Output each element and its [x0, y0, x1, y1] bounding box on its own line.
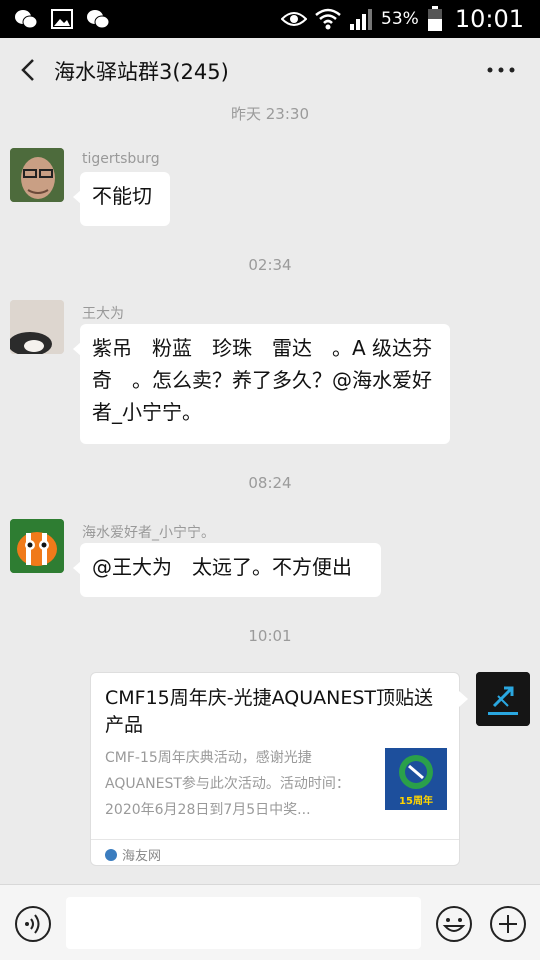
chat-header: 海水驿站群3(245)	[0, 38, 540, 102]
plus-icon[interactable]	[489, 905, 527, 943]
battery-percent: 53%	[381, 9, 419, 29]
chat-title: 海水驿站群3(245)	[54, 60, 229, 84]
wechat-notification-icon	[15, 10, 38, 29]
message-timestamp: 10:01	[248, 627, 292, 645]
message-timestamp: 08:24	[248, 474, 292, 492]
back-icon[interactable]	[14, 54, 44, 86]
status-bar: 53% 10:01	[0, 0, 540, 38]
avatar[interactable]	[10, 148, 64, 202]
my-avatar[interactable]	[476, 672, 530, 726]
avatar[interactable]	[10, 519, 64, 573]
sender-name: tigertsburg	[82, 151, 160, 167]
status-time: 10:01	[454, 5, 524, 33]
card-divider	[91, 839, 459, 840]
avatar[interactable]	[10, 300, 64, 354]
card-description: CMF-15周年庆典活动，感谢光捷AQUANEST参与此次活动。活动时间：202…	[105, 750, 350, 818]
wechat-notification-icon	[87, 10, 110, 29]
message-timestamp: 昨天 23:30	[231, 105, 309, 123]
sender-name: 王大为	[82, 306, 124, 322]
message-bubble[interactable]: 紫吊 粉蓝 珍珠 雷达 。A 级达芬奇 。怎么卖？养了多久？@海水爱好者_小宁宁…	[73, 324, 450, 444]
emoji-icon[interactable]	[435, 905, 473, 943]
card-source-label: 海友网	[122, 849, 162, 864]
message-bubble[interactable]: @王大为 太远了。不方便出	[73, 543, 381, 597]
link-card[interactable]: CMF15周年庆-光捷AQUANEST顶贴送产品 CMF-15周年庆典活动，感谢…	[90, 672, 468, 866]
eye-icon	[281, 12, 308, 26]
more-icon[interactable]	[486, 60, 516, 80]
signal-icon	[350, 9, 373, 30]
wifi-icon	[315, 8, 341, 30]
card-title: CMF15周年庆-光捷AQUANEST顶贴送产品	[105, 687, 434, 736]
sender-name: 海水爱好者_小宁宁。	[82, 525, 215, 541]
card-thumbnail: 15周年	[385, 748, 447, 810]
battery-icon	[427, 6, 442, 31]
image-notification-icon	[51, 9, 73, 29]
source-icon	[105, 848, 117, 861]
message-input[interactable]	[66, 897, 421, 949]
card-source: 海友网	[105, 845, 161, 864]
message-bubble[interactable]: 不能切	[73, 172, 170, 226]
voice-icon[interactable]	[14, 905, 52, 943]
message-timestamp: 02:34	[248, 256, 292, 274]
thumbnail-label: 15周年	[399, 796, 433, 807]
input-bar	[0, 884, 540, 960]
